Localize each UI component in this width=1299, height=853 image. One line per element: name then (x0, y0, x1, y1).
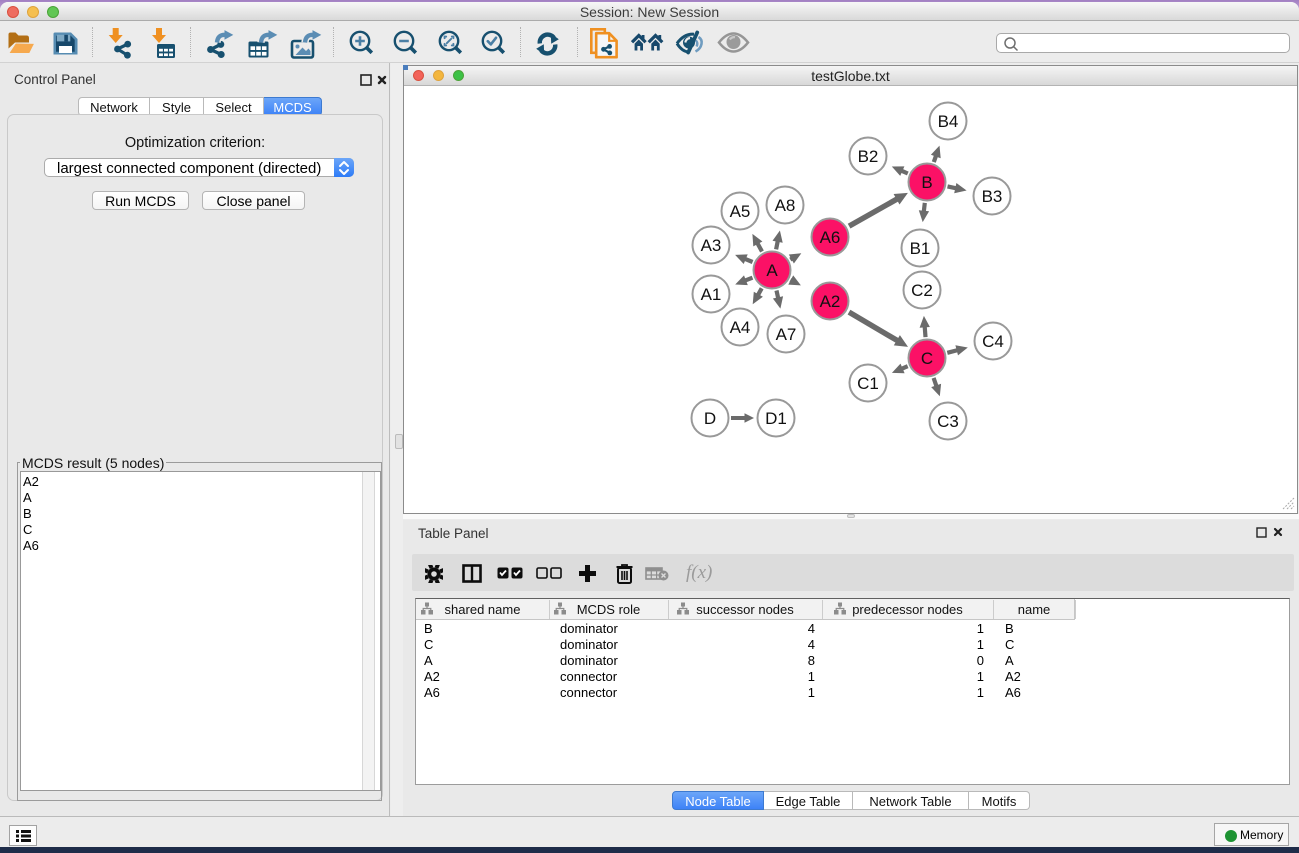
svg-text:D: D (704, 409, 716, 428)
svg-text:A2: A2 (820, 292, 841, 311)
svg-text:C3: C3 (937, 412, 959, 431)
svg-text:A5: A5 (730, 202, 751, 221)
svg-text:D1: D1 (765, 409, 787, 428)
svg-text:A: A (766, 261, 778, 280)
svg-text:B1: B1 (910, 239, 931, 258)
svg-text:A8: A8 (775, 196, 796, 215)
svg-text:A6: A6 (820, 228, 841, 247)
svg-text:C: C (921, 349, 933, 368)
svg-text:B3: B3 (982, 187, 1003, 206)
svg-text:A3: A3 (701, 236, 722, 255)
svg-text:C4: C4 (982, 332, 1004, 351)
svg-text:C2: C2 (911, 281, 933, 300)
svg-text:A7: A7 (776, 325, 797, 344)
svg-text:B2: B2 (858, 147, 879, 166)
svg-text:B4: B4 (938, 112, 959, 131)
svg-text:A1: A1 (701, 285, 722, 304)
svg-text:A4: A4 (730, 318, 751, 337)
svg-text:B: B (921, 173, 932, 192)
svg-text:C1: C1 (857, 374, 879, 393)
